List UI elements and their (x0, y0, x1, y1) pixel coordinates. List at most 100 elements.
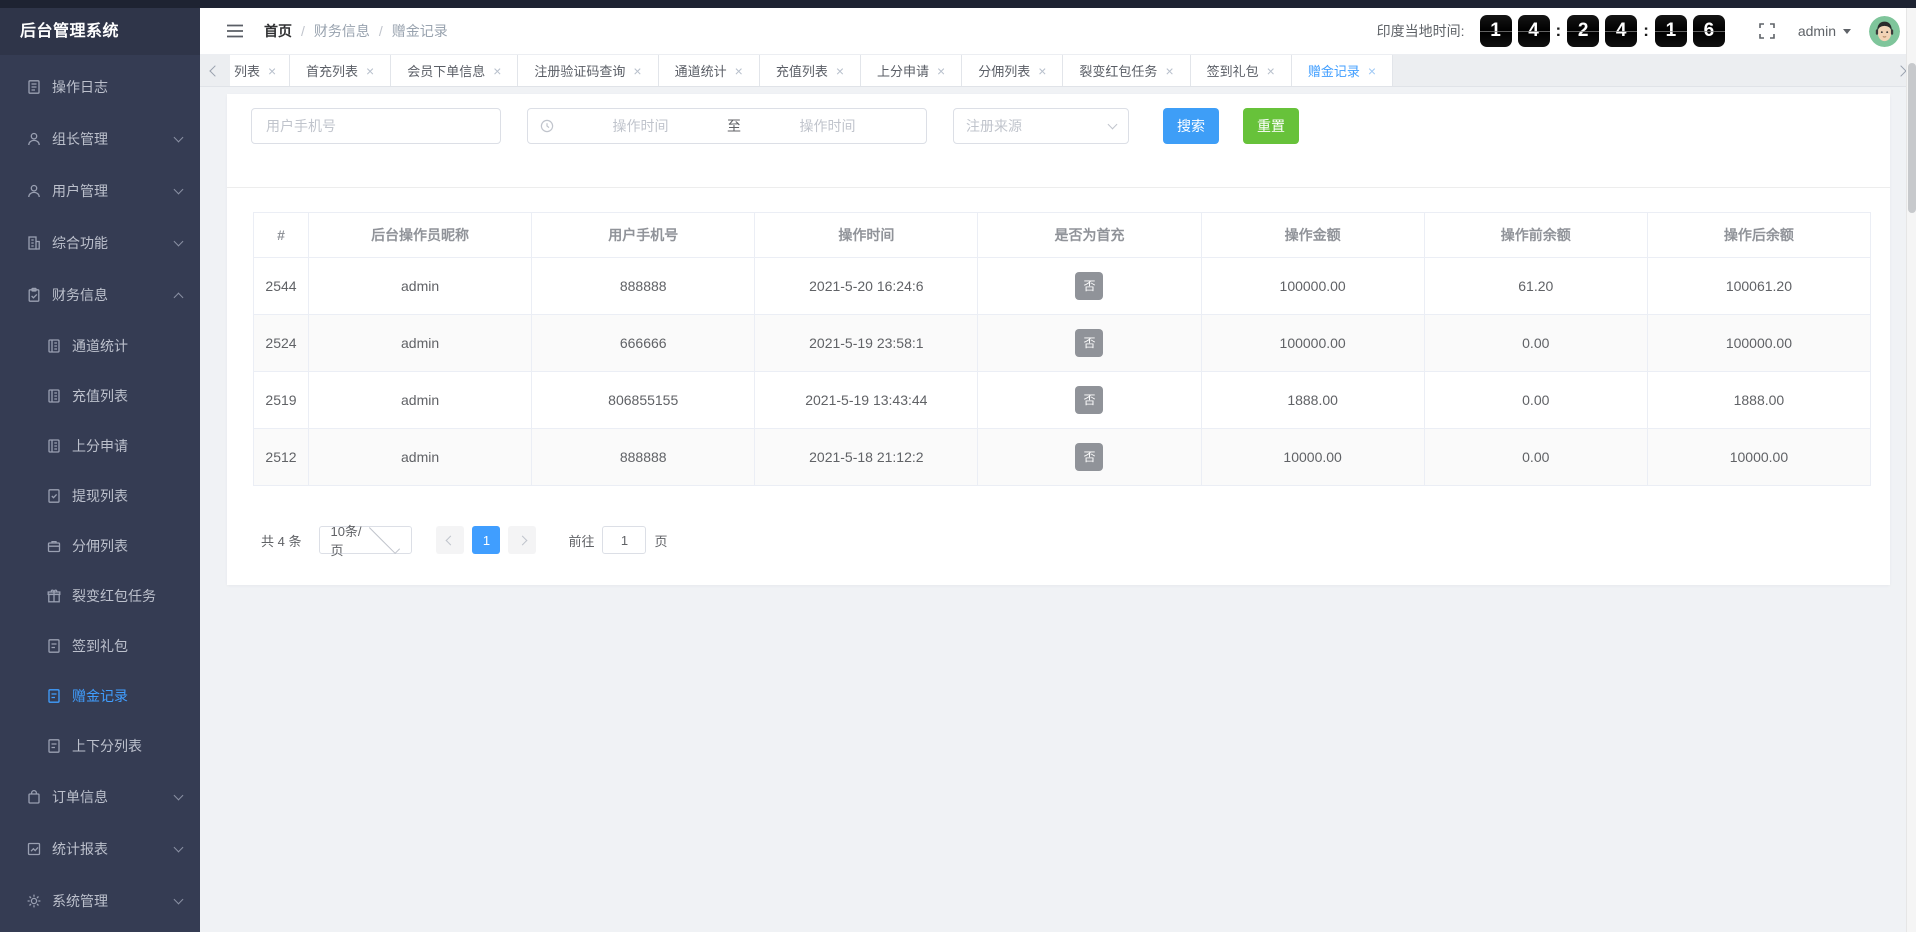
chevron-down-icon (174, 791, 184, 801)
col-time: 操作时间 (755, 213, 978, 258)
sidebar-item-label: 赠金记录 (72, 686, 128, 706)
tab-close-icon[interactable]: × (735, 64, 743, 78)
tab-close-icon[interactable]: × (1267, 64, 1275, 78)
fullscreen-icon[interactable] (1758, 22, 1776, 40)
tab-bonus-record[interactable]: 赠金记录× (1292, 55, 1393, 86)
clock-colon: : (1556, 21, 1562, 41)
reset-button[interactable]: 重置 (1243, 108, 1299, 144)
col-amount: 操作金额 (1201, 213, 1424, 258)
register-source-select[interactable]: 注册来源 (953, 108, 1129, 144)
sidebar-item-label: 充值列表 (72, 386, 128, 406)
window-top-strip (0, 0, 1916, 8)
prev-page-button[interactable] (436, 526, 464, 554)
sidebar-item-label: 组长管理 (52, 129, 108, 149)
tab-sms-code-query[interactable]: 注册验证码查询× (518, 55, 658, 86)
sidebar-item-channel-stats[interactable]: 通道统计 (0, 321, 200, 371)
avatar[interactable] (1869, 16, 1900, 47)
breadcrumb: 首页 / 财务信息 / 赠金记录 (264, 21, 448, 41)
breadcrumb-home[interactable]: 首页 (264, 21, 292, 41)
sidebar-item-general-functions[interactable]: 综合功能 (0, 217, 200, 269)
app-logo: 后台管理系统 (0, 8, 200, 55)
username: admin (1798, 23, 1836, 39)
flip-clock: 1 4 : 2 4 : 1 6 (1477, 15, 1728, 47)
sidebar-item-finance-info[interactable]: 财务信息 (0, 269, 200, 321)
chevron-left-icon (446, 535, 456, 545)
tab-close-icon[interactable]: × (366, 64, 374, 78)
sidebar-item-label: 综合功能 (52, 233, 108, 253)
page-size-select[interactable]: 10条/页 (319, 526, 412, 554)
sidebar-item-bonus-record[interactable]: 赠金记录 (0, 671, 200, 721)
sidebar-item-commission-list[interactable]: 分佣列表 (0, 521, 200, 571)
chevron-down-icon (174, 133, 184, 143)
first-charge-badge: 否 (1075, 443, 1103, 471)
chevron-right-icon (1895, 65, 1906, 76)
time-range-picker[interactable]: 操作时间 至 操作时间 (527, 108, 927, 144)
chart-icon (26, 841, 42, 857)
sidebar-item-signin-gift[interactable]: 签到礼包 (0, 621, 200, 671)
phone-input[interactable] (251, 108, 501, 144)
sidebar-item-label: 分佣列表 (72, 536, 128, 556)
goto-page-input[interactable] (602, 526, 646, 554)
doc-lines-icon (46, 738, 62, 754)
tab-close-icon[interactable]: × (493, 64, 501, 78)
tab-list-clipped[interactable]: 列表× (230, 55, 290, 86)
search-button[interactable]: 搜索 (1163, 108, 1219, 144)
sidebar-item-leader-mgmt[interactable]: 组长管理 (0, 113, 200, 165)
sidebar-item-label: 裂变红包任务 (72, 586, 156, 606)
clipboard-icon (26, 287, 42, 303)
top-header: 首页 / 财务信息 / 赠金记录 印度当地时间: 1 4 : 2 4 : 1 6… (200, 8, 1916, 55)
tab-member-orders[interactable]: 会员下单信息× (391, 55, 518, 86)
tab-close-icon[interactable]: × (633, 64, 641, 78)
tab-close-icon[interactable]: × (836, 64, 844, 78)
sidebar-item-label: 操作日志 (52, 77, 108, 97)
first-charge-badge: 否 (1075, 272, 1103, 300)
chevron-down-icon (174, 843, 184, 853)
tab-red-packet-task[interactable]: 裂变红包任务× (1063, 55, 1190, 86)
sidebar-item-recharge-list[interactable]: 充值列表 (0, 371, 200, 421)
col-phone: 用户手机号 (532, 213, 755, 258)
tab-close-icon[interactable]: × (1038, 64, 1046, 78)
goto-label: 前往 (568, 531, 594, 550)
sidebar-item-user-mgmt[interactable]: 用户管理 (0, 165, 200, 217)
sidebar-item-stats-report[interactable]: 统计报表 (0, 823, 200, 875)
content-panel: 操作时间 至 操作时间 注册来源 搜索 重置 # (227, 94, 1890, 585)
tab-close-icon[interactable]: × (268, 64, 276, 78)
col-operator: 后台操作员昵称 (309, 213, 532, 258)
user-dropdown[interactable]: admin (1798, 23, 1851, 39)
sidebar-item-label: 系统管理 (52, 891, 108, 911)
clock-digit: 4 (1518, 15, 1550, 47)
sidebar-item-operation-log[interactable]: 操作日志 (0, 61, 200, 113)
col-balance-after: 操作后余额 (1647, 213, 1870, 258)
tab-channel-stats[interactable]: 通道统计× (659, 55, 760, 86)
briefcase-icon (46, 538, 62, 554)
tab-close-icon[interactable]: × (1368, 64, 1376, 78)
first-charge-badge: 否 (1075, 386, 1103, 414)
sidebar-item-updown-score-list[interactable]: 上下分列表 (0, 721, 200, 771)
sidebar-item-score-up-apply[interactable]: 上分申请 (0, 421, 200, 471)
sidebar-item-system-mgmt[interactable]: 系统管理 (0, 875, 200, 927)
tab-signin-gift[interactable]: 签到礼包× (1191, 55, 1292, 86)
time-end-placeholder: 操作时间 (741, 116, 914, 136)
scrollbar-thumb[interactable] (1908, 63, 1916, 213)
page-number-current[interactable]: 1 (472, 526, 500, 554)
tab-close-icon[interactable]: × (937, 64, 945, 78)
next-page-button[interactable] (508, 526, 536, 554)
col-index: # (254, 213, 309, 258)
table-row: 2524 admin 666666 2021-5-19 23:58:1 否 10… (254, 315, 1871, 372)
sidebar-fold-icon[interactable] (226, 23, 244, 39)
breadcrumb-current: 赠金记录 (392, 21, 448, 41)
main-content: 操作时间 至 操作时间 注册来源 搜索 重置 # (200, 87, 1906, 932)
tab-score-up-apply[interactable]: 上分申请× (861, 55, 962, 86)
tabs-scroll-left[interactable] (200, 55, 230, 86)
sidebar-item-label: 用户管理 (52, 181, 108, 201)
tab-close-icon[interactable]: × (1165, 64, 1173, 78)
tab-first-charge-list[interactable]: 首充列表× (290, 55, 391, 86)
sidebar-item-order-info[interactable]: 订单信息 (0, 771, 200, 823)
user-icon (26, 183, 42, 199)
sidebar-item-withdraw-list[interactable]: 提现列表 (0, 471, 200, 521)
caret-down-icon (1843, 29, 1851, 34)
tab-recharge-list[interactable]: 充值列表× (760, 55, 861, 86)
sidebar-item-label: 统计报表 (52, 839, 108, 859)
sidebar-item-red-packet-task[interactable]: 裂变红包任务 (0, 571, 200, 621)
tab-commission-list[interactable]: 分佣列表× (962, 55, 1063, 86)
